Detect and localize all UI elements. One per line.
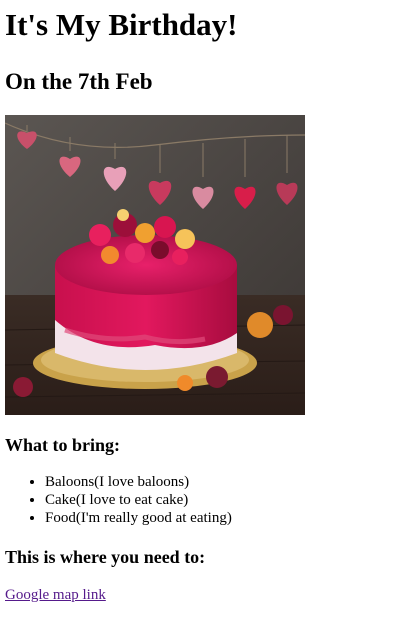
page-title: It's My Birthday! — [5, 7, 238, 42]
bring-list: Baloons(I love baloons) Cake(I love to e… — [5, 473, 412, 527]
list-item: Baloons(I love baloons) — [45, 473, 412, 491]
page-content: It's My Birthday! On the 7th Feb What to… — [0, 7, 417, 604]
bring-heading: What to bring: — [5, 435, 121, 455]
location-heading: This is where you need to: — [5, 547, 206, 567]
birthday-cake-photo — [5, 115, 305, 415]
page-subtitle: On the 7th Feb — [5, 69, 153, 94]
list-item: Cake(I love to eat cake) — [45, 491, 412, 509]
google-map-link[interactable]: Google map link — [5, 586, 106, 604]
list-item: Food(I'm really good at eating) — [45, 509, 412, 527]
